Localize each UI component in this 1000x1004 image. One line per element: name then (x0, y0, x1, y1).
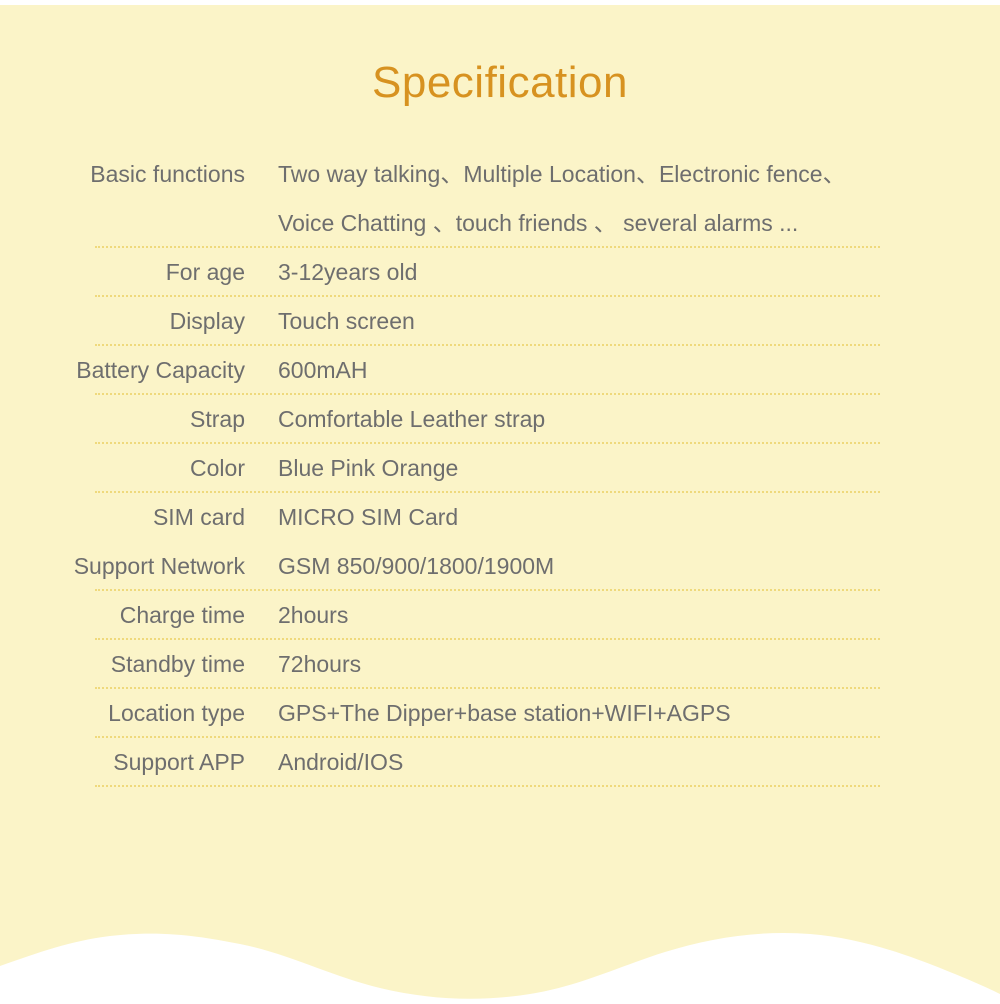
spec-row-label: Support Network (73, 553, 245, 579)
spec-row-value: Android/IOS (278, 749, 404, 775)
spec-row-value: Comfortable Leather strap (278, 406, 546, 432)
spec-row-label: Location type (108, 700, 245, 726)
spec-row-separator (95, 785, 880, 787)
spec-row-value: 3-12years old (278, 259, 418, 285)
spec-row-label: Support APP (113, 749, 245, 775)
spec-row-label: Charge time (119, 602, 245, 628)
page-title: Specification (372, 58, 628, 107)
spec-row-label: Display (169, 308, 245, 334)
spec-row-value: 72hours (278, 651, 362, 677)
bottom-wave-decoration (0, 932, 1000, 1004)
spec-row-value: Blue Pink Orange (278, 455, 459, 481)
spec-row-label: Strap (190, 406, 245, 432)
spec-row-label: Color (190, 455, 245, 481)
spec-row-label: Battery Capacity (76, 357, 245, 383)
spec-row-value: Touch screen (278, 308, 415, 334)
spec-row-label: Basic functions (90, 161, 245, 187)
spec-row-label: SIM card (152, 504, 245, 530)
spec-row-label: For age (165, 259, 245, 285)
specification-page: Specification Basic functions Two way tal… (0, 0, 1000, 1004)
spec-row-value: Two way talking、Multiple Location、Electr… (278, 161, 846, 236)
spec-row: Support Network GSM 850/900/1800/1900M (0, 542, 1000, 591)
spec-row: Standby time 72hours (0, 640, 1000, 689)
spec-row-label: Standby time (110, 651, 245, 677)
spec-row-value: 2hours (278, 602, 349, 628)
spec-row: Support APP Android/IOS (0, 738, 1000, 787)
spec-row: SIM card MICRO SIM Card (0, 493, 1000, 542)
spec-row-value: 600mAH (278, 357, 368, 383)
spec-row: Color Blue Pink Orange (0, 444, 1000, 493)
spec-row: Basic functions Two way talking、Multiple … (0, 150, 1000, 248)
spec-row: Strap Comfortable Leather strap (0, 395, 1000, 444)
spec-row: Battery Capacity 600mAH (0, 346, 1000, 395)
spec-row: Location type GPS+The Dipper+base station… (0, 689, 1000, 738)
spec-row-value: GSM 850/900/1800/1900M (278, 553, 555, 579)
spec-row: Charge time 2hours (0, 591, 1000, 640)
spec-row: For age 3-12years old (0, 248, 1000, 297)
spec-row-value: MICRO SIM Card (278, 504, 459, 530)
specification-table: Basic functions Two way talking、Multiple … (0, 150, 1000, 787)
spec-row: Display Touch screen (0, 297, 1000, 346)
spec-row-value: GPS+The Dipper+base station+WIFI+AGPS (278, 700, 731, 726)
